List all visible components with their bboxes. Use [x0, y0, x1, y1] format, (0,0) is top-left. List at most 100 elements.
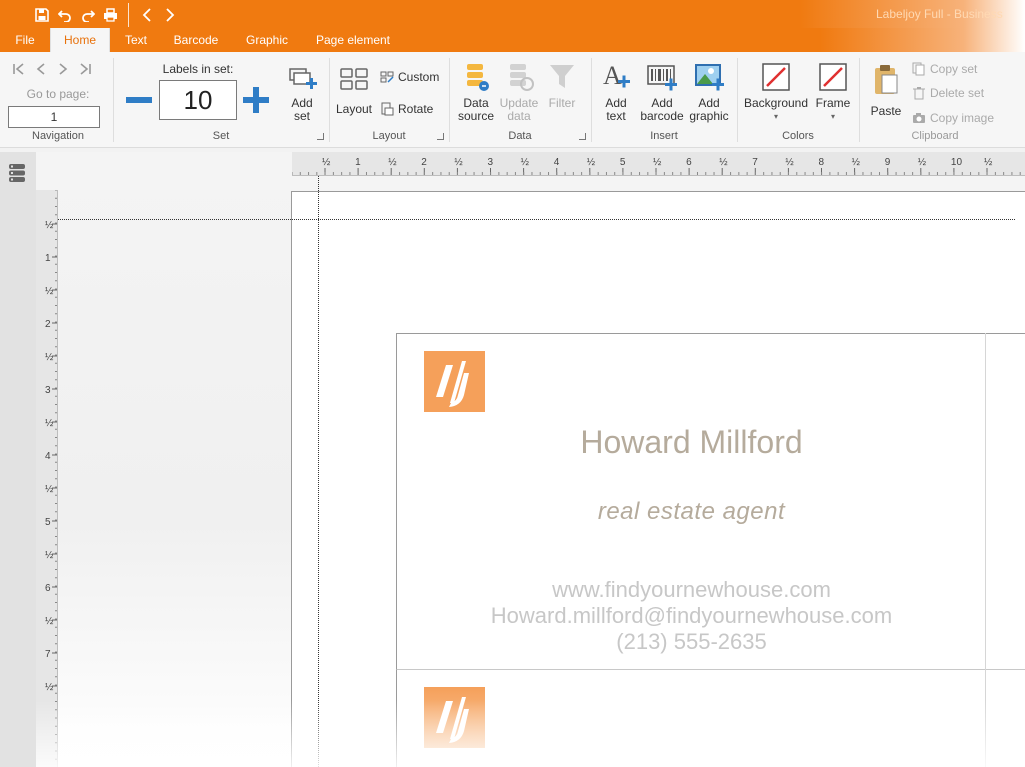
logo-mark-icon [436, 697, 469, 743]
tab-barcode[interactable]: Barcode [166, 28, 226, 52]
first-page-icon[interactable] [12, 62, 26, 76]
redo-icon [81, 10, 95, 22]
last-page-icon[interactable] [78, 62, 92, 76]
paste-label: Paste [870, 104, 902, 118]
ruler-mark-label: ½ [45, 550, 54, 561]
tab-graphic[interactable]: Graphic [238, 28, 296, 52]
ruler-mark-label: 1 [45, 253, 51, 264]
forward-button[interactable] [158, 4, 181, 26]
undo-button[interactable] [53, 4, 76, 26]
ruler-mark-label: 2 [421, 157, 427, 168]
save-button[interactable] [30, 4, 53, 26]
company-logo[interactable] [424, 351, 485, 412]
printer-icon [104, 8, 117, 22]
image-icon [695, 64, 724, 91]
data-source-button[interactable]: Data source [456, 62, 496, 123]
label-website-text[interactable]: www.findyournewhouse.com [398, 577, 985, 603]
svg-text:A: A [603, 62, 622, 90]
background-color-button[interactable]: Background ▾ [742, 62, 810, 123]
label-phone-text[interactable]: (213) 555-2635 [398, 629, 985, 655]
ruler-mark-label: ½ [45, 220, 54, 231]
camera-icon [913, 113, 925, 123]
ruler-mark-label: ½ [45, 484, 54, 495]
add-barcode-label: Add barcode [640, 96, 684, 123]
set-group: Labels in set: 10 Add set Set [114, 56, 328, 144]
back-button[interactable] [135, 4, 158, 26]
delete-set-button[interactable]: Delete set [912, 86, 984, 100]
custom-layout-button[interactable]: Custom [380, 70, 439, 84]
label-job-title-text[interactable]: real estate agent [398, 498, 985, 526]
colors-group-label: Colors [782, 130, 814, 142]
stack-icon [9, 164, 25, 182]
add-graphic-label: Add graphic [689, 96, 729, 123]
label-sets-button[interactable] [4, 162, 30, 184]
label-column-divider [985, 333, 986, 767]
ruler-mark-label: ½ [521, 157, 530, 168]
custom-layout-icon [380, 71, 394, 83]
add-set-icon [289, 68, 317, 89]
plus-icon [243, 87, 269, 113]
no-color-icon [819, 63, 847, 91]
toolbar-separator [128, 3, 129, 27]
frame-color-button[interactable]: Frame ▾ [812, 62, 854, 123]
copy-image-button[interactable]: Copy image [912, 111, 994, 125]
vertical-ruler: ½ 1 ½ 2 ½ 3 ½ 4 ½ 5 ½ 6 ½ 7 ½ [36, 190, 58, 767]
previous-page-icon[interactable] [34, 62, 48, 76]
no-color-icon [762, 63, 790, 91]
chevron-right-icon [165, 8, 174, 22]
tab-home[interactable]: Home [50, 28, 110, 52]
background-label: Background [743, 96, 809, 110]
rotate-button[interactable]: Rotate [380, 102, 433, 116]
window-title: Labeljoy Full - Business [876, 7, 1003, 21]
database-icon [467, 64, 489, 91]
navigation-group-label: Navigation [32, 130, 84, 142]
label-name-text[interactable]: Howard Millford [398, 424, 985, 461]
colors-group: Background ▾ Frame ▾ Colors [738, 56, 858, 144]
ruler-mark-label: ½ [653, 157, 662, 168]
increase-labels-button[interactable] [241, 85, 271, 115]
ruler-mark-label: ½ [45, 682, 54, 693]
data-source-label: Data source [458, 96, 495, 123]
clipboard-group: Paste Copy set Delete set Copy image Cli… [860, 56, 1010, 144]
add-set-button[interactable]: Add set [282, 64, 322, 123]
ruler-mark-label: 2 [45, 319, 51, 330]
paste-button[interactable]: Paste [866, 64, 906, 118]
redo-button[interactable] [76, 4, 99, 26]
copy-set-button[interactable]: Copy set [912, 62, 977, 76]
labels-in-set-input[interactable]: 10 [159, 80, 237, 120]
copy-icon [912, 62, 925, 76]
update-data-button[interactable]: Update data [498, 62, 540, 123]
ribbon: Go to page: 1 Navigation Labels in set: … [0, 52, 1025, 148]
copy-image-label: Copy image [930, 111, 995, 125]
ruler-mark-label: ½ [45, 616, 54, 627]
add-graphic-button[interactable]: Add graphic [686, 62, 732, 123]
tab-text[interactable]: Text [118, 28, 154, 52]
add-text-button[interactable]: A Add text [594, 61, 638, 123]
print-button[interactable] [99, 4, 122, 26]
layout-group-label: Layout [372, 130, 406, 142]
ruler-mark-label: 3 [45, 385, 51, 396]
ruler-mark-label: 7 [752, 157, 758, 168]
next-page-icon[interactable] [56, 62, 70, 76]
company-logo[interactable] [424, 687, 485, 748]
label-email-text[interactable]: Howard.millford@findyournewhouse.com [398, 603, 985, 629]
set-dialog-launcher-icon[interactable] [317, 133, 324, 140]
vertical-ruler-scale: ½ 1 ½ 2 ½ 3 ½ 4 ½ 5 ½ 6 ½ 7 ½ [45, 190, 57, 760]
filter-button[interactable]: Filter [542, 62, 582, 110]
tab-page-element[interactable]: Page element [308, 28, 398, 52]
layout-dialog-launcher-icon[interactable] [437, 133, 444, 140]
data-dialog-launcher-icon[interactable] [579, 133, 586, 140]
decrease-labels-button[interactable] [124, 86, 154, 114]
ruler-mark-label: ½ [45, 286, 54, 297]
logo-mark-icon [436, 361, 469, 407]
label-card-next[interactable] [396, 669, 1025, 767]
ruler-mark-label: ½ [45, 418, 54, 429]
undo-icon [57, 10, 71, 22]
ruler-mark-label: ½ [45, 352, 54, 363]
tab-file[interactable]: File [8, 28, 42, 52]
page-number-input[interactable]: 1 [8, 106, 100, 128]
layout-group: Layout Custom Rotate Layout [330, 56, 448, 144]
add-barcode-button[interactable]: Add barcode [638, 62, 686, 123]
ruler-mark-label: ½ [984, 157, 993, 168]
layout-button[interactable]: Layout [334, 66, 374, 116]
